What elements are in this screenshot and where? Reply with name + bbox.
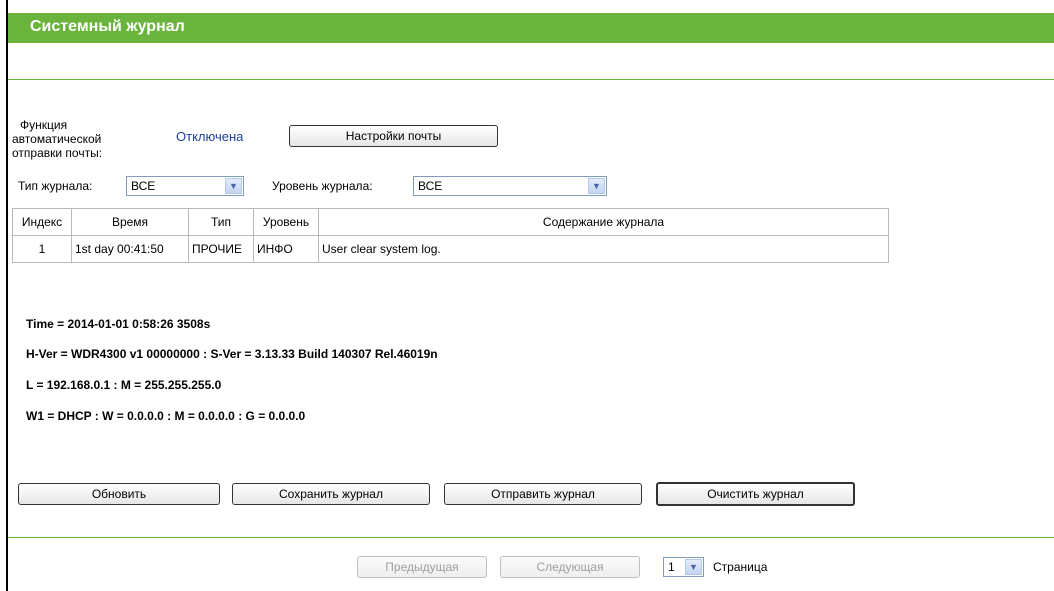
mail-settings-button[interactable]: Настройки почты xyxy=(289,125,498,147)
chevron-down-icon[interactable]: ▼ xyxy=(225,178,242,194)
save-log-button[interactable]: Сохранить журнал xyxy=(232,483,430,505)
log-level-select[interactable]: ВСЕ ▼ xyxy=(413,176,607,196)
mail-function-label: Функция автоматической отправки почты: xyxy=(12,118,102,160)
page-select[interactable]: 1 ▼ xyxy=(663,557,704,577)
log-level-value: ВСЕ xyxy=(418,179,443,193)
cell-type: ПРОЧИЕ xyxy=(188,235,254,263)
log-table: Индекс Время Тип Уровень Содержание журн… xyxy=(12,208,889,263)
mail-label-line-3: отправки почты: xyxy=(12,146,103,160)
chevron-down-icon[interactable]: ▼ xyxy=(685,559,702,575)
cell-time: 1st day 00:41:50 xyxy=(71,235,189,263)
col-time: Время xyxy=(71,208,189,236)
col-content: Содержание журнала xyxy=(318,208,889,236)
log-type-value: ВСЕ xyxy=(131,179,156,193)
page-select-value: 1 xyxy=(668,560,675,574)
table-header-row: Индекс Время Тип Уровень Содержание журн… xyxy=(12,208,889,236)
prev-page-button[interactable]: Предыдущая xyxy=(357,556,487,578)
mail-label-line-1: Функция xyxy=(20,118,68,132)
next-page-button[interactable]: Следующая xyxy=(500,556,640,578)
log-type-label: Тип журнала: xyxy=(18,179,93,193)
system-lan: L = 192.168.0.1 : M = 255.255.255.0 xyxy=(26,378,222,392)
col-type: Тип xyxy=(188,208,254,236)
table-row: 1 1st day 00:41:50 ПРОЧИЕ ИНФО User clea… xyxy=(12,235,889,263)
send-log-button[interactable]: Отправить журнал xyxy=(444,483,642,505)
system-wan: W1 = DHCP : W = 0.0.0.0 : M = 0.0.0.0 : … xyxy=(26,409,306,423)
cell-level: ИНФО xyxy=(253,235,319,263)
bottom-divider xyxy=(8,537,1054,538)
page-label: Страница xyxy=(713,560,768,574)
cell-content: User clear system log. xyxy=(318,235,889,263)
log-type-select[interactable]: ВСЕ ▼ xyxy=(126,176,244,196)
frame-left-border xyxy=(6,0,8,591)
top-divider xyxy=(8,79,1054,80)
refresh-button[interactable]: Обновить xyxy=(18,483,220,505)
page-title: Системный журнал xyxy=(30,18,185,35)
mail-label-line-2: автоматической xyxy=(12,132,102,146)
col-level: Уровень xyxy=(253,208,319,236)
system-version: H-Ver = WDR4300 v1 00000000 : S-Ver = 3.… xyxy=(26,347,438,361)
chevron-down-icon[interactable]: ▼ xyxy=(588,178,605,194)
cell-index: 1 xyxy=(12,235,72,263)
clear-log-button[interactable]: Очистить журнал xyxy=(656,482,855,506)
mail-status: Отключена xyxy=(176,129,244,144)
page-header: Системный журнал xyxy=(8,13,1054,43)
log-level-label: Уровень журнала: xyxy=(272,179,373,193)
system-time: Time = 2014-01-01 0:58:26 3508s xyxy=(26,317,211,331)
col-index: Индекс xyxy=(12,208,72,236)
